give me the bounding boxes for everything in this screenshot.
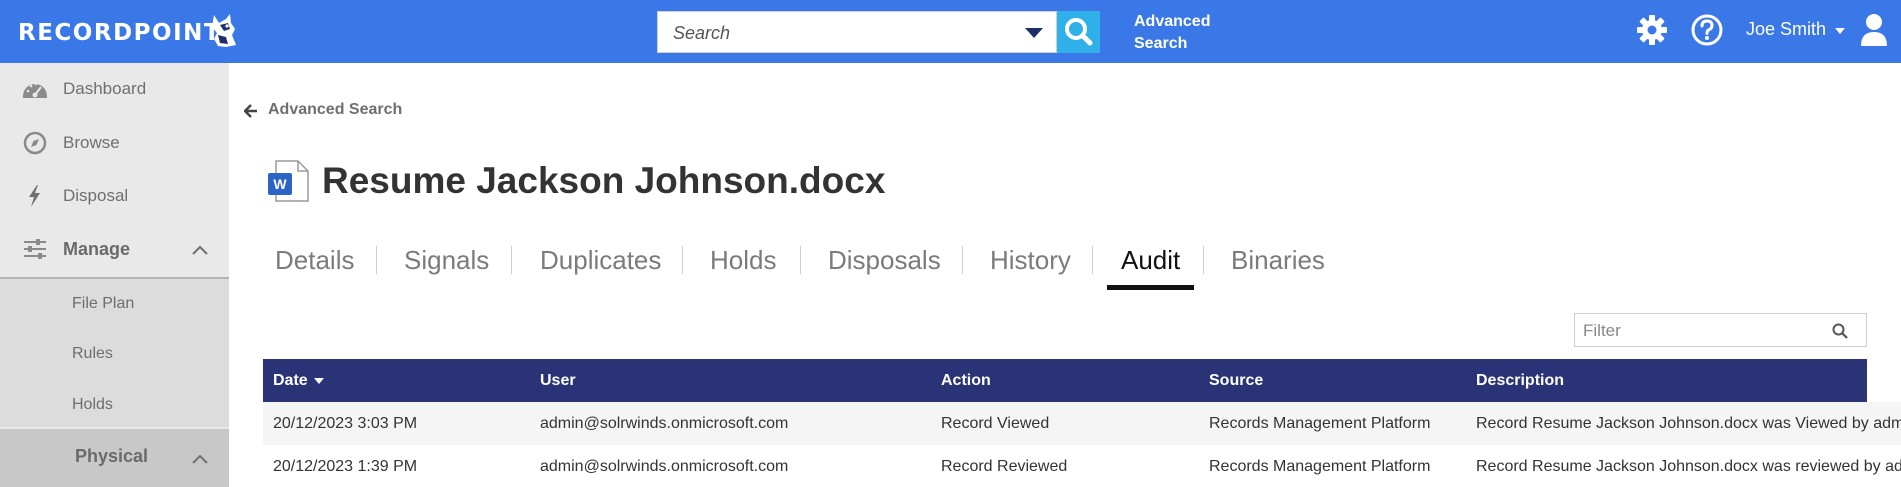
column-header-action[interactable]: Action [941,372,991,390]
dashboard-icon [23,82,47,98]
bolt-icon [29,185,40,207]
tab-divider [511,246,512,274]
tab-divider [682,246,683,274]
sidebar-item-dashboard[interactable]: Dashboard [0,63,229,115]
table-row[interactable]: 20/12/2023 1:39 PM admin@solrwinds.onmic… [263,445,1901,487]
user-avatar-icon[interactable] [1860,13,1888,47]
tab-duplicates[interactable]: Duplicates [540,245,661,276]
user-menu[interactable]: Joe Smith [1746,19,1826,40]
top-bar: RECORDPOINT Advanced Search [0,0,1901,63]
tab-divider [962,246,963,274]
chevron-down-icon[interactable] [1834,27,1846,35]
sidebar-item-label: Disposal [63,186,129,205]
chevron-up-icon[interactable] [192,245,208,255]
cell-action: Record Reviewed [941,458,1068,475]
logo-mascot-icon [212,14,236,47]
search-scope-dropdown-icon[interactable] [1024,27,1044,39]
cell-action: Record Viewed [941,415,1050,432]
logo[interactable]: RECORDPOINT [18,20,221,46]
sidebar-item-browse[interactable]: Browse [0,117,229,169]
cell-date: 20/12/2023 1:39 PM [273,458,418,475]
sidebar-item-label: Browse [63,133,120,152]
compass-icon [23,131,47,155]
sidebar-item-manage[interactable]: Manage [0,223,229,275]
search-icon [1065,18,1093,46]
tab-signals[interactable]: Signals [404,245,489,276]
active-tab-indicator [1107,285,1194,290]
tab-details[interactable]: Details [275,245,354,276]
gear-icon[interactable] [1636,14,1668,46]
search-icon[interactable] [1832,323,1848,339]
sliders-icon [24,239,46,259]
tab-divider [800,246,801,274]
tab-divider [1203,246,1204,274]
column-header-description[interactable]: Description [1476,372,1564,390]
tab-holds[interactable]: Holds [710,245,776,276]
column-header-label: Date [273,372,308,389]
word-document-icon: W [268,160,309,202]
table-header: Date User Action Source Description [263,359,1867,402]
column-header-source[interactable]: Source [1209,372,1263,390]
cell-user: admin@solrwinds.onmicrosoft.com [540,415,789,432]
cell-source: Records Management Platform [1209,458,1431,475]
filter-box [1574,313,1867,347]
cell-date: 20/12/2023 3:03 PM [273,415,418,432]
svg-text:W: W [273,176,287,192]
advanced-search-link[interactable]: Advanced Search [1134,11,1224,55]
tab-divider [376,246,377,274]
sidebar-item-disposal[interactable]: Disposal [0,170,229,222]
page-title: Resume Jackson Johnson.docx [322,160,886,201]
tab-binaries[interactable]: Binaries [1231,245,1325,276]
arrow-left-icon[interactable] [244,104,258,118]
search-button[interactable] [1057,11,1100,53]
tab-history[interactable]: History [990,245,1071,276]
search-box [657,11,1057,53]
column-header-date[interactable]: Date [273,372,325,390]
sidebar-item-label: Manage [63,239,131,259]
filter-input[interactable] [1583,321,1823,341]
table-row[interactable]: 20/12/2023 3:03 PM admin@solrwinds.onmic… [263,402,1901,445]
help-icon[interactable] [1690,13,1724,47]
sidebar-item-label: Dashboard [63,79,147,98]
cell-source: Records Management Platform [1209,415,1431,432]
sidebar-subitem-file-plan[interactable]: File Plan [72,295,134,313]
cell-description: Record Resume Jackson Johnson.docx was V… [1476,415,1901,432]
back-link[interactable]: Advanced Search [268,101,402,119]
search-input[interactable] [673,22,993,44]
tab-disposals[interactable]: Disposals [828,245,941,276]
audit-table-viewport: Date User Action Source Description 20/1… [0,359,1901,487]
cell-user: admin@solrwinds.onmicrosoft.com [540,458,789,475]
tab-audit[interactable]: Audit [1121,245,1180,276]
cell-description: Record Resume Jackson Johnson.docx was r… [1476,458,1901,475]
sort-descending-icon[interactable] [314,377,325,384]
column-header-user[interactable]: User [540,372,576,390]
tab-divider [1092,246,1093,274]
